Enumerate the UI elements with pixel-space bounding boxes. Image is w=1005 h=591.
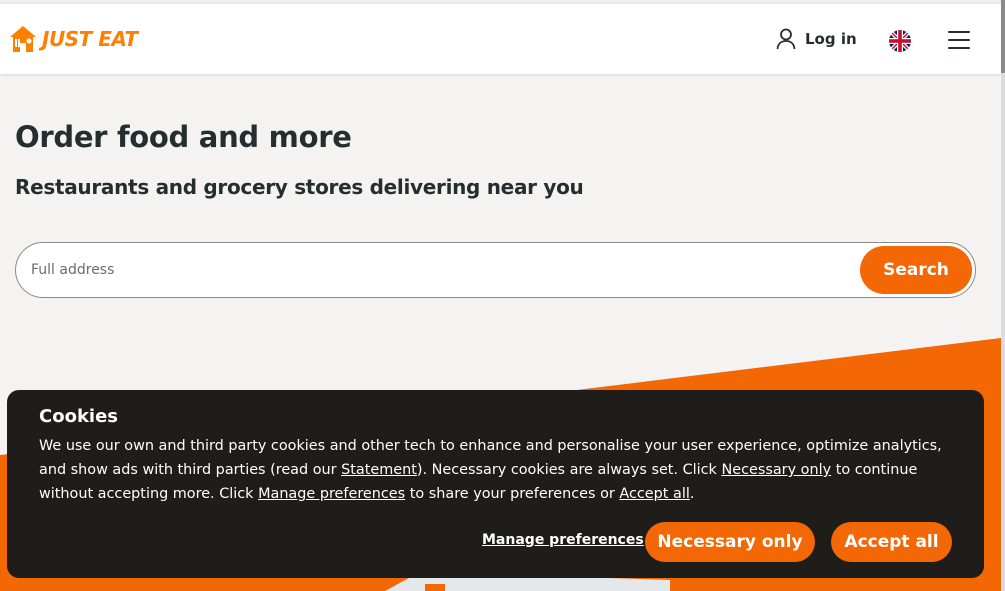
- statement-link[interactable]: Statement: [341, 462, 417, 478]
- scrollbar-track[interactable]: [1001, 0, 1005, 591]
- just-eat-logo[interactable]: JUST EAT: [8, 24, 138, 54]
- menu-bar: [948, 31, 970, 33]
- cookie-text-part: .: [689, 486, 695, 502]
- login-button[interactable]: Log in: [776, 28, 857, 50]
- user-icon: [776, 28, 796, 50]
- menu-bar: [948, 39, 970, 41]
- manage-preferences-button[interactable]: Manage preferences: [482, 532, 644, 548]
- page-title: Order food and more: [15, 120, 352, 154]
- scrollbar-thumb[interactable]: [1001, 0, 1005, 73]
- accept-all-button[interactable]: Accept all: [831, 522, 952, 562]
- logo-text: JUST EAT: [42, 27, 138, 51]
- necessary-only-link[interactable]: Necessary only: [721, 462, 831, 478]
- page-subtitle: Restaurants and grocery stores deliverin…: [15, 175, 584, 199]
- site-header: JUST EAT Log in: [0, 2, 1001, 74]
- necessary-only-button[interactable]: Necessary only: [645, 522, 815, 562]
- search-button[interactable]: Search: [860, 246, 972, 294]
- cookie-text-part: ). Necessary cookies are always set. Cli…: [416, 462, 722, 478]
- cookie-banner: Cookies We use our own and third party c…: [7, 390, 984, 578]
- hamburger-menu-icon[interactable]: [948, 31, 972, 51]
- uk-flag-icon[interactable]: [889, 30, 911, 52]
- menu-bar: [948, 47, 970, 49]
- accept-all-link[interactable]: Accept all: [619, 486, 689, 502]
- cookie-text-part: to share your preferences or: [405, 486, 620, 502]
- cookie-banner-text: We use our own and third party cookies a…: [39, 434, 959, 506]
- manage-preferences-link[interactable]: Manage preferences: [258, 486, 405, 502]
- house-logo-icon: [10, 26, 36, 52]
- address-input[interactable]: [31, 255, 851, 285]
- cookie-banner-title: Cookies: [39, 406, 119, 427]
- address-search-form: Search: [15, 242, 976, 298]
- login-label: Log in: [805, 30, 857, 48]
